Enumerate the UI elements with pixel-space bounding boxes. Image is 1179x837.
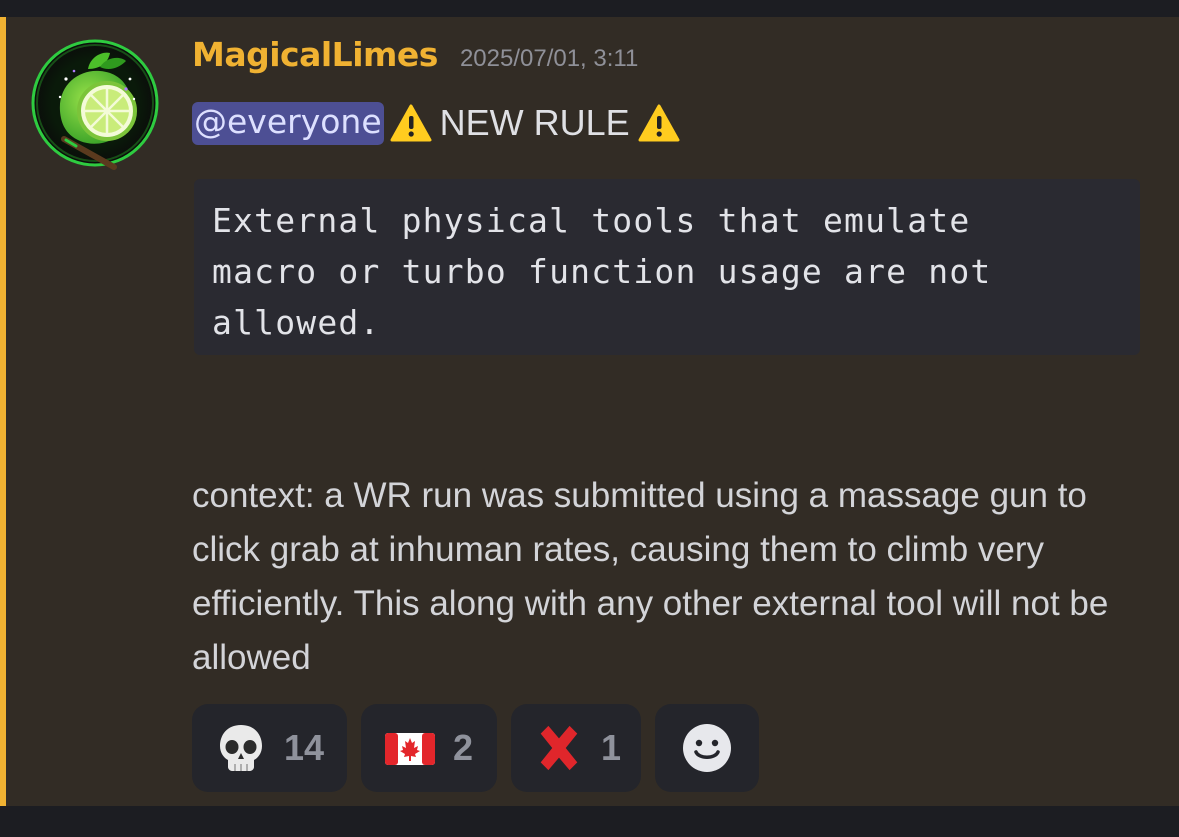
bottom-divider	[0, 806, 1179, 837]
rule-code-block: External physical tools that emulate mac…	[194, 179, 1140, 355]
skull-icon	[220, 725, 262, 771]
canada-flag-icon	[385, 733, 435, 765]
reaction-count: 14	[284, 727, 325, 768]
message[interactable]: MagicalLimes 2025/07/01, 3:11 @everyone …	[0, 17, 1179, 806]
reaction-count: 2	[453, 727, 474, 768]
author-avatar[interactable]	[30, 39, 160, 179]
message-timestamp[interactable]: 2025/07/01, 3:11	[460, 45, 638, 73]
warning-icon	[390, 104, 432, 142]
add-reaction-smiley-icon	[683, 724, 731, 772]
red-x-icon	[540, 725, 578, 771]
announcement-title: NEW RULE	[439, 102, 630, 143]
reaction-count: 1	[600, 727, 621, 768]
mention-highlight-bar	[0, 17, 6, 806]
add-reaction-button[interactable]	[655, 704, 759, 792]
message-header: MagicalLimes 2025/07/01, 3:11	[192, 35, 638, 75]
warning-icon	[638, 104, 680, 142]
reaction-canada-flag[interactable]: 2	[361, 704, 497, 792]
reaction-skull[interactable]: 14	[192, 704, 347, 792]
reactions-bar: 14 2 1	[192, 704, 759, 792]
reaction-red-x[interactable]: 1	[511, 704, 641, 792]
message-body: context: a WR run was submitted using a …	[192, 476, 1109, 677]
announcement-line: @everyone NEW RULE	[192, 97, 686, 149]
app-frame: MagicalLimes 2025/07/01, 3:11 @everyone …	[0, 0, 1179, 837]
everyone-mention[interactable]: @everyone	[192, 101, 384, 145]
author-username[interactable]: MagicalLimes	[192, 35, 438, 74]
